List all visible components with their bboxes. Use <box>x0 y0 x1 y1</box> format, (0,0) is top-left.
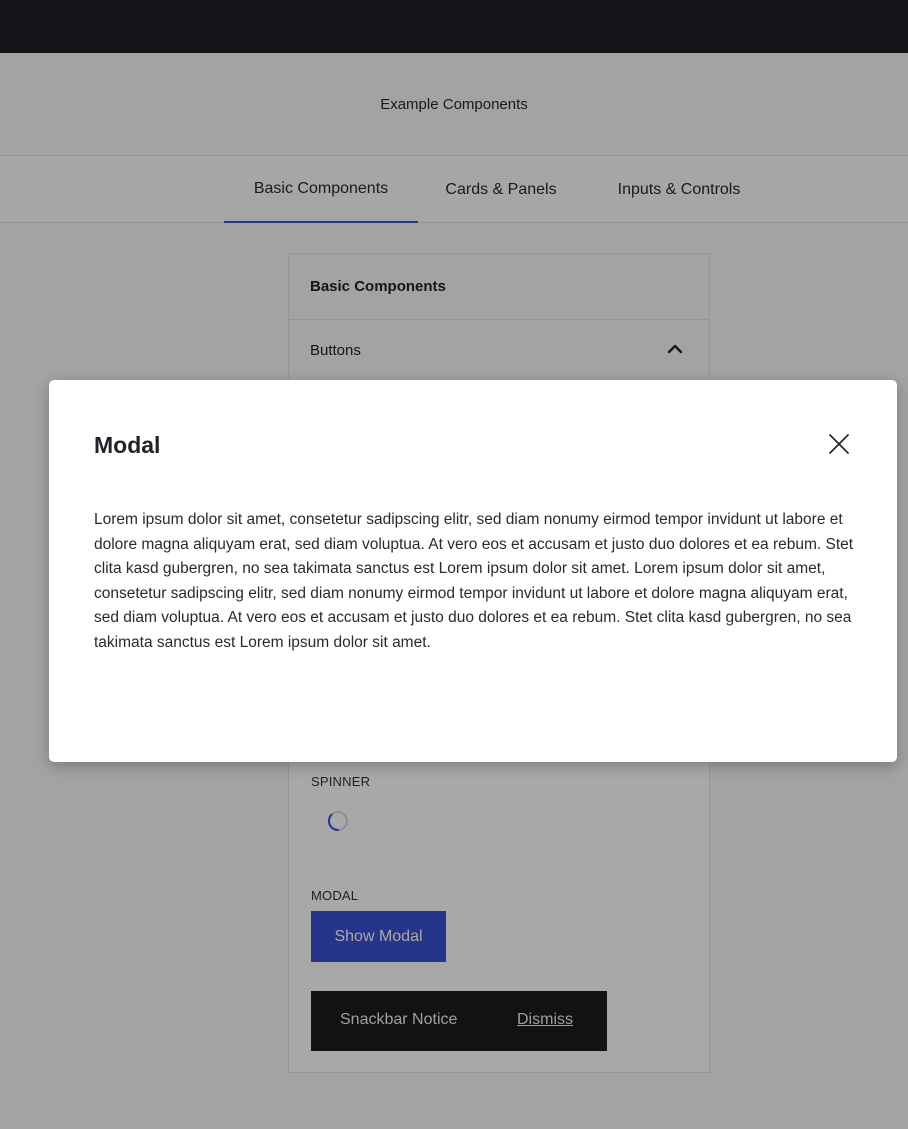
modal-body-text: Lorem ipsum dolor sit amet, consetetur s… <box>94 511 854 651</box>
modal-title: Modal <box>94 432 161 458</box>
modal-dialog: Modal Lorem ipsum dolor sit amet, conset… <box>49 380 897 762</box>
close-icon[interactable] <box>827 432 851 456</box>
